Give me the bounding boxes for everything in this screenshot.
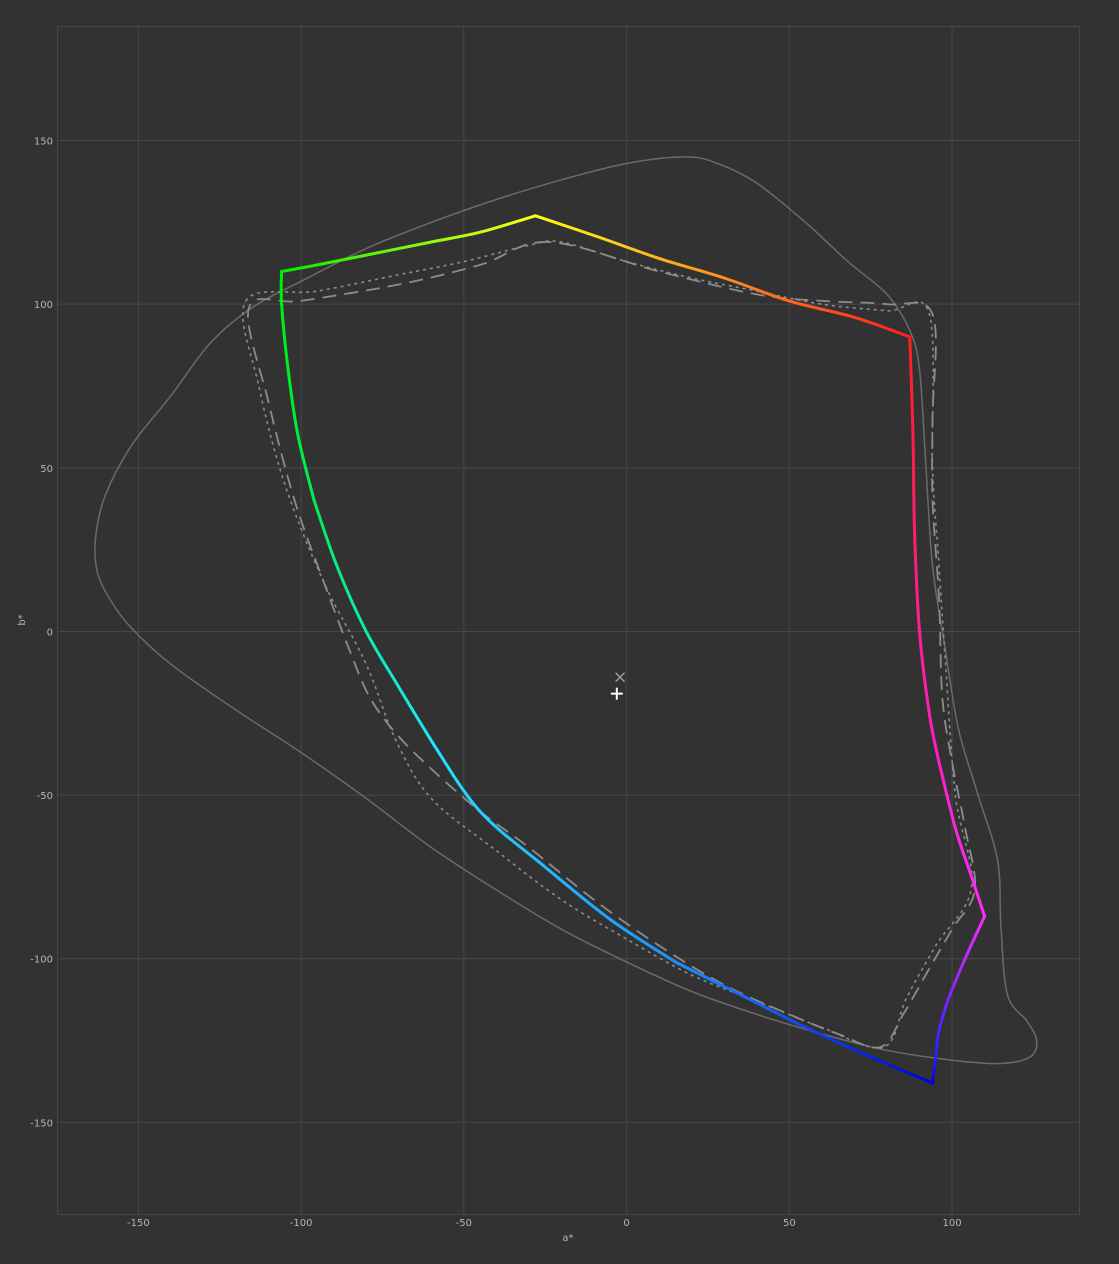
gamut-edge-segment	[908, 335, 941, 764]
x-tick-label: -150	[127, 1218, 150, 1229]
y-axis-label: b*	[17, 614, 28, 625]
gamut-edge-segment	[937, 760, 987, 918]
gamut-edge-segment	[673, 960, 934, 1085]
x-tick-label: 0	[623, 1218, 629, 1229]
gamut-plot: -150 -100 -50 0 50 100 150 100 50 0 -50 -100 -150 a…	[17, 26, 1080, 1244]
y-tick-label: 100	[34, 300, 53, 311]
y-tick-label: -150	[30, 1118, 53, 1129]
spectral-locus-outline	[94, 156, 1038, 1065]
gamut-edge-segment	[534, 214, 912, 339]
y-tick-label: -100	[30, 955, 53, 966]
y-tick-labels: 150 100 50 0 -50 -100 -150	[30, 137, 53, 1130]
x-tick-label: -100	[290, 1218, 313, 1229]
grid-lines	[57, 26, 1079, 1214]
plot-frame	[57, 26, 1080, 1215]
gamut-edge-segment	[934, 914, 987, 1059]
marker-layer	[610, 672, 626, 700]
gamut-edge-segment	[433, 744, 677, 964]
y-tick-label: 150	[34, 137, 53, 148]
x-tick-label: -50	[456, 1218, 472, 1229]
gamut-edge-segment	[931, 1055, 938, 1085]
gamut-edge-segment	[312, 499, 437, 748]
gamut-edge-segment	[280, 214, 537, 273]
y-tick-label: 0	[47, 627, 53, 638]
x-tick-label: 50	[783, 1218, 796, 1229]
x-tick-label: 100	[943, 1218, 962, 1229]
dashed-gamut-outline	[247, 241, 977, 1049]
dotted-gamut-outline	[241, 240, 973, 1049]
x-axis-label: a*	[562, 1233, 573, 1244]
gamut-edge-segment	[279, 270, 316, 502]
y-tick-label: -50	[37, 791, 53, 802]
y-tick-label: 50	[40, 464, 53, 475]
series-layer	[94, 156, 1038, 1085]
x-tick-labels: -150 -100 -50 0 50 100	[127, 1218, 962, 1229]
